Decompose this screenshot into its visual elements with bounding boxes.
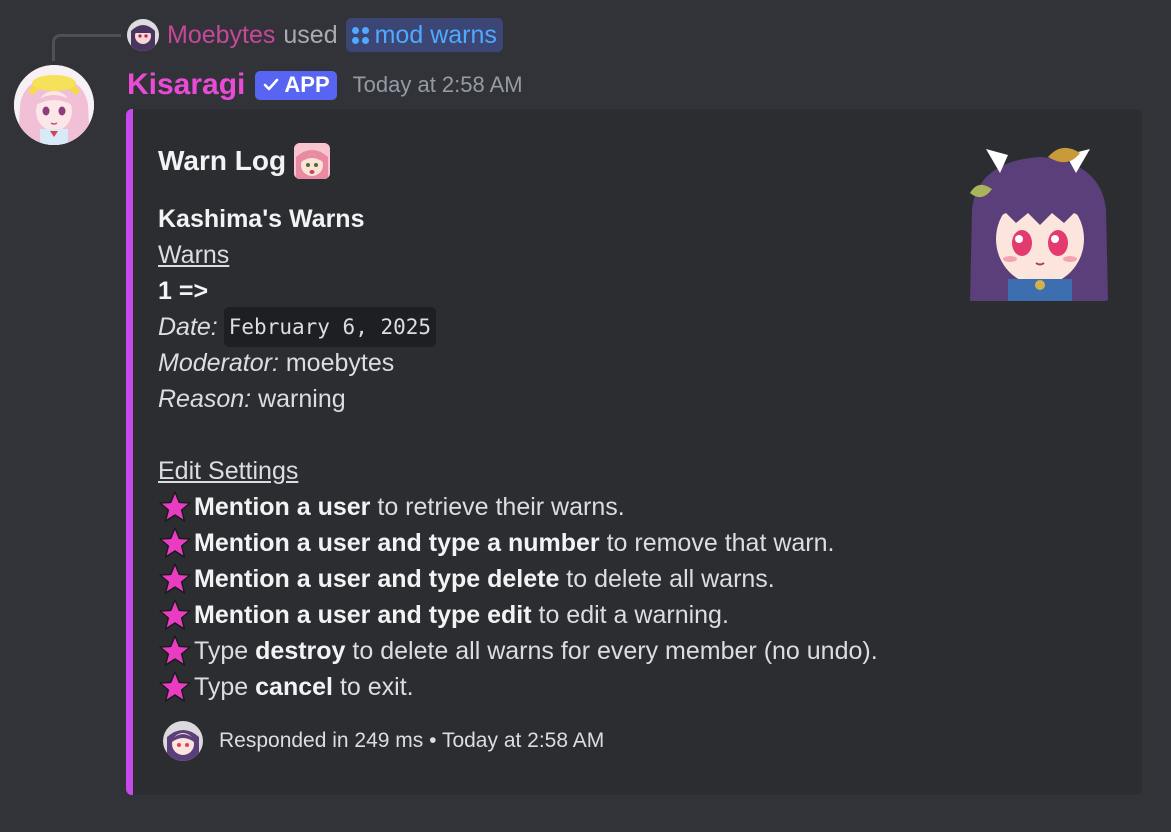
footer-icon: [163, 721, 203, 761]
embed-description: Kashima's Warns Warns 1 => Date: Februar…: [158, 201, 958, 705]
warn-reason: Reason: warning: [158, 385, 346, 413]
settings-item: Type cancel to exit.: [158, 669, 958, 705]
author-username[interactable]: Kisaragi: [127, 68, 245, 102]
embed-thumbnail[interactable]: [964, 139, 1112, 301]
settings-item: Mention a user to retrieve their warns.: [158, 489, 958, 525]
message-timestamp[interactable]: Today at 2:58 AM: [353, 72, 523, 98]
embed-title: Warn Log: [158, 143, 331, 179]
warn-moderator: Moderator: moebytes: [158, 349, 395, 377]
girl-face-emoji-icon: [294, 143, 331, 179]
reply-context[interactable]: Moebytes used mod warns: [127, 17, 503, 53]
date-code-block: February 6, 2025: [223, 307, 437, 347]
author-avatar[interactable]: [14, 65, 94, 145]
star-emoji-icon: [159, 491, 191, 522]
star-emoji-icon: [159, 635, 191, 666]
message-header: Kisaragi APP Today at 2:58 AM: [127, 66, 523, 104]
warns-heading: Kashima's Warns: [158, 205, 365, 233]
embed-footer: Responded in 249 ms • Today at 2:58 AM: [163, 721, 604, 761]
slash-command-icon: [351, 26, 369, 44]
star-emoji-icon: [159, 563, 191, 594]
warns-section-label: Warns: [158, 241, 230, 269]
warn-date: Date: February 6, 2025: [158, 307, 958, 347]
settings-item: Type destroy to delete all warns for eve…: [158, 633, 958, 669]
star-emoji-icon: [159, 599, 191, 630]
reply-user-avatar[interactable]: [127, 19, 159, 51]
app-badge: APP: [255, 70, 337, 100]
reply-username[interactable]: Moebytes: [167, 21, 275, 50]
settings-item: Mention a user and type delete to delete…: [158, 561, 958, 597]
reply-used-text: used: [283, 20, 338, 49]
settings-item: Mention a user and type a number to remo…: [158, 525, 958, 561]
warn-log-embed: Warn Log Kashima's Warns Warns 1 => Date…: [126, 109, 1142, 795]
embed-title-text: Warn Log: [158, 145, 287, 176]
app-badge-label: APP: [284, 72, 330, 97]
footer-text: Responded in 249 ms • Today at 2:58 AM: [219, 729, 605, 752]
warn-index: 1 =>: [158, 277, 209, 305]
command-mention[interactable]: mod warns: [345, 18, 503, 52]
reply-spine: [52, 34, 121, 61]
verified-check-icon: [264, 78, 279, 91]
star-emoji-icon: [159, 527, 191, 558]
settings-item: Mention a user and type edit to edit a w…: [158, 597, 958, 633]
command-name: mod warns: [374, 20, 497, 49]
edit-settings-label: Edit Settings: [158, 457, 299, 485]
star-emoji-icon: [159, 671, 191, 702]
